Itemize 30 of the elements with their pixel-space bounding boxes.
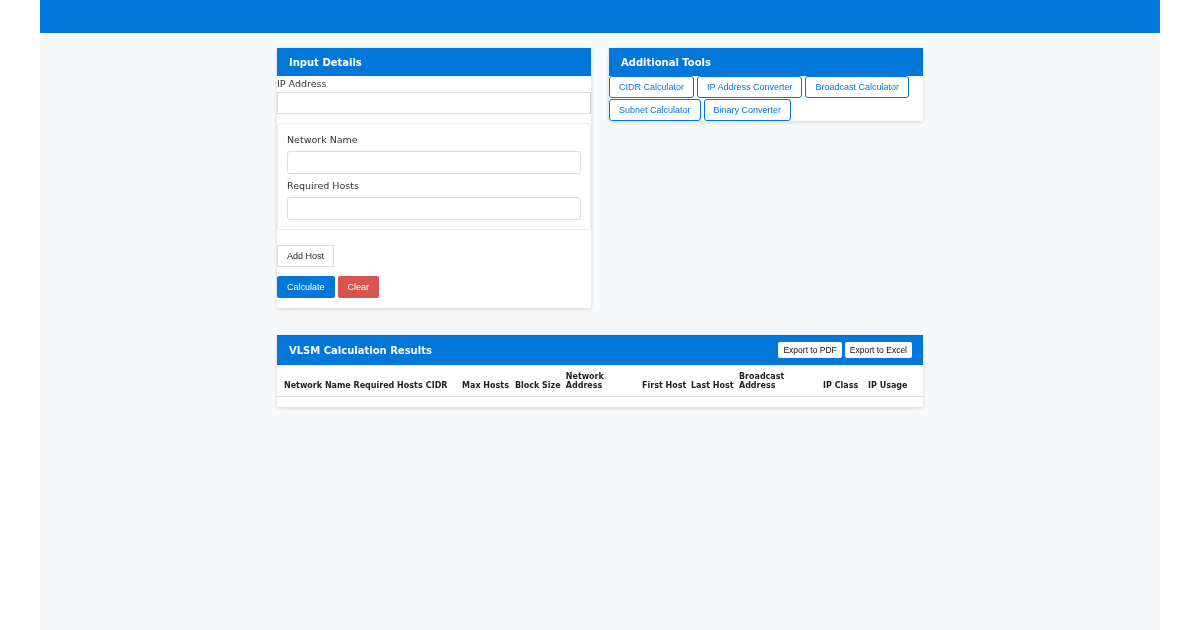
export-button[interactable]: Export to Excel (844, 342, 912, 358)
add-host-button[interactable]: Add Host (277, 245, 335, 267)
clear-button[interactable]: Clear (337, 276, 380, 298)
column-header: First Host (642, 381, 688, 390)
card-title: Input Details (289, 56, 362, 68)
calculate-button[interactable]: Calculate (277, 276, 335, 298)
tool-button[interactable]: IP Address Converter (697, 76, 803, 98)
card-title: Additional Tools (621, 56, 711, 68)
column-header: Network Name (284, 381, 352, 390)
tool-button[interactable]: Broadcast Calculator (805, 76, 909, 98)
input-field[interactable] (287, 151, 581, 174)
export-button[interactable]: Export to PDF (778, 342, 842, 358)
tool-button[interactable]: CIDR Calculator (609, 76, 695, 98)
column-header: Last Host (691, 381, 735, 390)
column-header: Max Hosts (462, 381, 510, 390)
field-label: Required Hosts (287, 180, 360, 191)
field-label: IP Address (277, 78, 328, 89)
column-header: Network Address (565, 372, 605, 390)
column-header: CIDR (425, 381, 449, 390)
tool-button[interactable]: Binary Converter (703, 99, 792, 121)
card-title: VLSM Calculation Results (289, 344, 432, 356)
column-header: Broadcast Address (738, 372, 786, 390)
field-label: Network Name (287, 134, 359, 145)
column-header: Required Hosts (353, 381, 424, 390)
column-header: IP Class (823, 381, 860, 390)
column-header: IP Usage (868, 381, 909, 390)
input-field[interactable] (287, 197, 581, 220)
tool-button[interactable]: Subnet Calculator (609, 99, 701, 121)
ip-address-field[interactable] (277, 92, 591, 114)
column-header: Block Size (514, 381, 562, 390)
